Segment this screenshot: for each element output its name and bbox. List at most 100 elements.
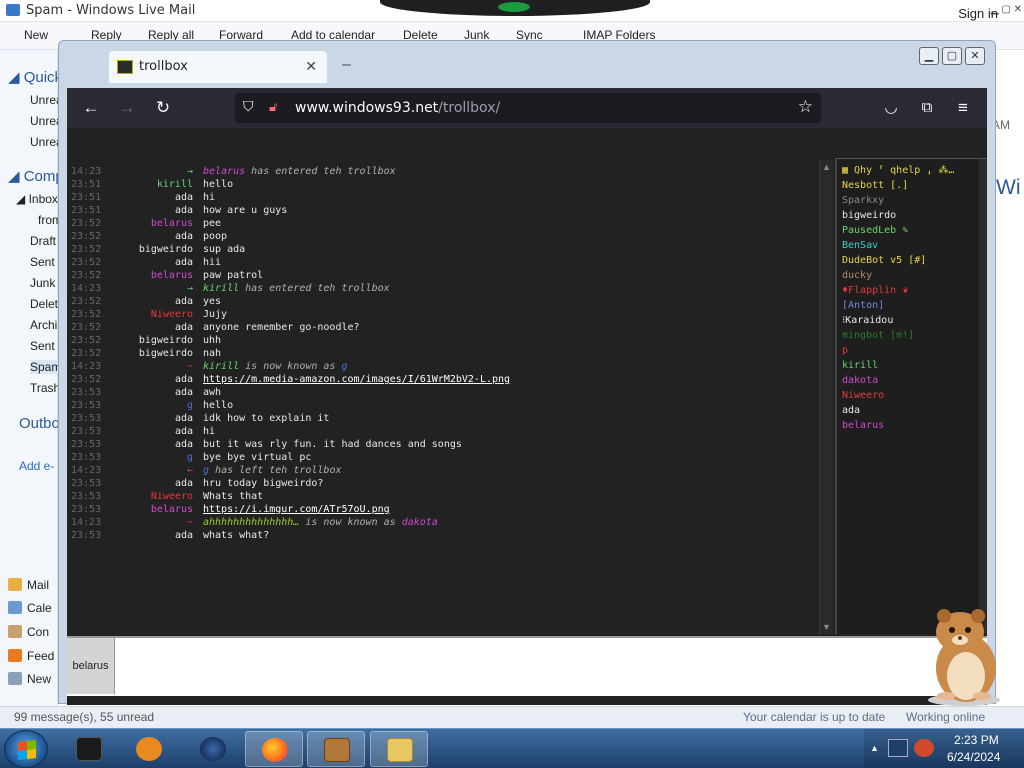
volume-icon[interactable] (914, 739, 934, 757)
network-icon[interactable] (888, 739, 908, 757)
message-nick[interactable]: ada (67, 256, 193, 269)
module-newsgroups[interactable]: New (8, 672, 51, 686)
folder-junk[interactable]: Junk (30, 276, 55, 290)
shield-icon[interactable]: ⛉ (243, 98, 257, 116)
taskbar-media-player[interactable] (120, 731, 178, 767)
forward-arrow-icon[interactable]: → (115, 96, 139, 120)
menu-icon[interactable]: ≡ (951, 96, 975, 120)
extensions-icon[interactable]: ⧉ (915, 96, 939, 120)
taskbar-globe[interactable] (184, 731, 242, 767)
close-window-button[interactable]: ✕ (965, 47, 985, 65)
user-list-item[interactable]: mingbot [m!] (842, 330, 914, 341)
user-list-item[interactable]: p (842, 345, 848, 356)
wlm-window-controls[interactable]: ▁ ▢ ✕ (991, 4, 1022, 15)
module-calendar[interactable]: Cale (8, 601, 52, 615)
new-button[interactable]: New (24, 28, 48, 42)
message-nick[interactable]: Niweero (67, 308, 193, 321)
clock-time[interactable]: 2:23 PM (954, 733, 999, 747)
folder-archive[interactable]: Archi (30, 318, 57, 332)
url-bar[interactable]: ⛉ 🔓︎ www.windows93.net/trollbox/ ☆ (235, 93, 821, 123)
user-list-item[interactable]: [Anton] (842, 300, 884, 311)
folder-drafts[interactable]: Draft (30, 234, 56, 248)
user-list-item[interactable]: BenSav (842, 240, 878, 251)
folder-inbox[interactable]: ◢ Inbox (16, 192, 58, 206)
message-nick[interactable]: belarus (67, 217, 193, 230)
folder-sent[interactable]: Sent (30, 255, 55, 269)
user-list-item[interactable]: DudeBot v5 [#] (842, 255, 926, 266)
add-email-account-link[interactable]: Add e- (19, 459, 54, 473)
message-nick[interactable]: belarus (67, 269, 193, 282)
chat-log[interactable]: 14:23 → belarus has entered teh trollbox 23… (67, 158, 833, 634)
message-link[interactable]: https://i.imgur.com/ATr57oU.png (203, 504, 390, 515)
close-tab-icon[interactable]: ✕ (305, 58, 317, 75)
user-list-item[interactable]: kirill (842, 360, 878, 371)
hamster-mascot[interactable] (920, 602, 1006, 706)
message-nick[interactable]: g (67, 451, 193, 464)
taskbar-windows-live-mail[interactable] (370, 731, 428, 767)
message-nick[interactable]: ada (67, 412, 193, 425)
user-list-item[interactable]: ▦ Qhy ⸢ qhelp ⸥ ⁂… (842, 165, 954, 176)
user-list-item[interactable]: dakota (842, 375, 878, 386)
user-list-item[interactable]: Nesbott [.] (842, 180, 908, 191)
nickname-button[interactable]: belarus (67, 638, 115, 694)
scroll-down-icon[interactable]: ▼ (822, 622, 831, 632)
message-nick[interactable]: ada (67, 230, 193, 243)
folder-trash[interactable]: Trash (30, 381, 60, 395)
user-list-item[interactable]: bigweirdo (842, 210, 896, 221)
quick-views-header[interactable]: ◢ Quick (8, 68, 62, 86)
account-header[interactable]: ◢ Comp (8, 167, 64, 185)
minimize-button[interactable]: ▁ (919, 47, 939, 65)
message-nick[interactable]: ~ (67, 360, 193, 373)
reload-icon[interactable]: ↻ (151, 96, 175, 120)
maximize-button[interactable]: ▢ (942, 47, 962, 65)
message-input[interactable] (117, 638, 979, 694)
message-link[interactable]: https://m.media-amazon.com/images/I/61Wr… (203, 374, 510, 385)
message-nick[interactable]: ada (67, 438, 193, 451)
outbox-header[interactable]: Outbo (19, 415, 60, 432)
message-nick[interactable]: ← (67, 464, 193, 477)
module-contacts[interactable]: Con (8, 625, 49, 639)
message-nick[interactable]: ada (67, 425, 193, 438)
message-nick[interactable]: ada (67, 321, 193, 334)
message-nick[interactable]: → (67, 282, 193, 295)
message-nick[interactable]: bigweirdo (67, 347, 193, 360)
message-nick[interactable]: kirill (67, 178, 193, 191)
user-list-item[interactable]: ⁝Karaidou (842, 315, 893, 326)
user-list-item[interactable]: Niweero (842, 390, 884, 401)
browser-tab-trollbox[interactable]: trollbox ✕ (109, 51, 327, 83)
message-nick[interactable]: ada (67, 529, 193, 542)
back-arrow-icon[interactable]: ← (79, 96, 103, 120)
message-nick[interactable]: → (67, 165, 193, 178)
user-list-scrollbar[interactable] (979, 159, 987, 634)
chat-scrollbar[interactable]: ▲ ▼ (819, 160, 833, 634)
folder-deleted[interactable]: Delet (30, 297, 58, 311)
message-nick[interactable]: ada (67, 295, 193, 308)
new-tab-button[interactable]: – (342, 56, 351, 74)
taskbar-hamster-box[interactable] (307, 731, 365, 767)
message-nick[interactable]: ada (67, 386, 193, 399)
module-mail[interactable]: Mail (8, 578, 49, 592)
tray-expand-icon[interactable]: ▲ (870, 743, 879, 753)
message-nick[interactable]: g (67, 399, 193, 412)
message-nick[interactable]: ada (67, 373, 193, 386)
module-feeds[interactable]: Feed (8, 649, 54, 663)
user-list-item[interactable]: ducky (842, 270, 872, 281)
message-text[interactable]: https://i.imgur.com/ATr57oU.png (203, 503, 390, 516)
message-nick[interactable]: bigweirdo (67, 334, 193, 347)
pocket-icon[interactable]: ◡ (879, 96, 903, 120)
taskbar-firefox[interactable] (245, 731, 303, 767)
clock-date[interactable]: 6/24/2024 (947, 750, 1000, 764)
message-nick[interactable]: ada (67, 477, 193, 490)
bookmark-star-icon[interactable]: ☆ (798, 97, 813, 117)
lock-icon[interactable]: 🔓︎ (269, 99, 277, 115)
scroll-up-icon[interactable]: ▲ (822, 162, 831, 172)
start-button[interactable] (4, 730, 48, 768)
url-text[interactable]: www.windows93.net/trollbox/ (295, 100, 500, 116)
user-list-item[interactable]: PausedLeb ✎ (842, 225, 908, 236)
message-nick[interactable]: bigweirdo (67, 243, 193, 256)
user-list-item[interactable]: ♦Flapplin ❦ (842, 285, 908, 296)
message-nick[interactable]: ada (67, 204, 193, 217)
message-nick[interactable]: ~ (67, 516, 193, 529)
user-list-item[interactable]: Sparkxy (842, 195, 884, 206)
message-nick[interactable]: belarus (67, 503, 193, 516)
